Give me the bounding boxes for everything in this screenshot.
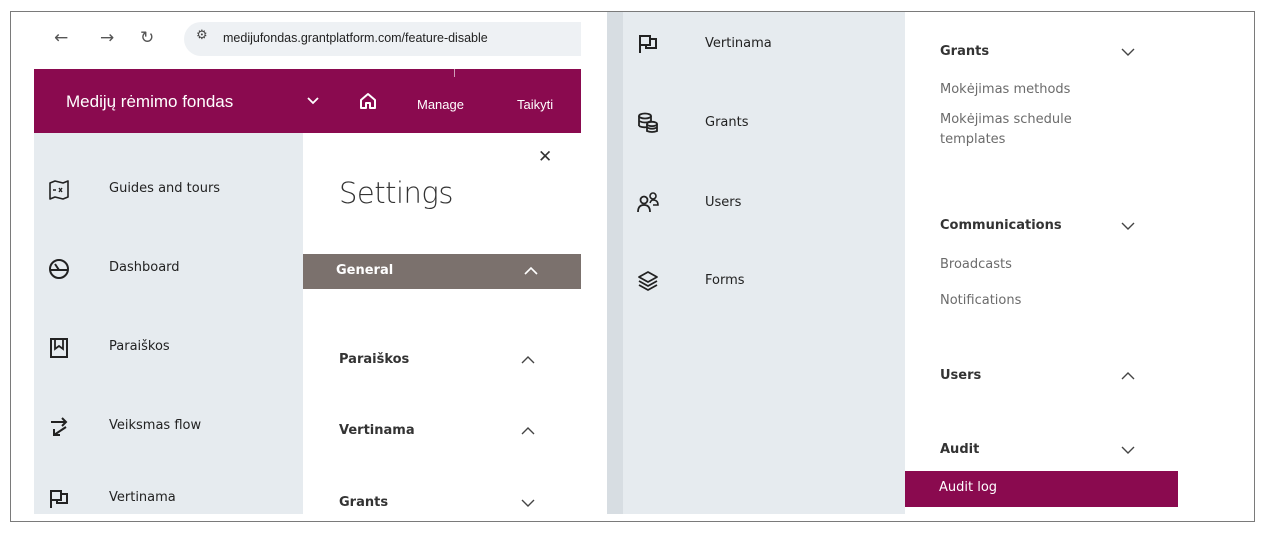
site-settings-icon[interactable]: ⚙ bbox=[196, 28, 208, 43]
bookmark-box-icon bbox=[48, 337, 70, 359]
sidebar-item-label: Grants bbox=[705, 115, 749, 130]
section-grants[interactable]: Grants bbox=[339, 495, 388, 510]
sidebar-item-label: Vertinama bbox=[109, 490, 176, 505]
sidebar-item-label: Paraiškos bbox=[109, 339, 170, 354]
app-header: Medijų rėmimo fondas Manage Taikyti bbox=[34, 69, 581, 133]
nav-taikyti[interactable]: Taikyti bbox=[517, 97, 553, 112]
map-icon bbox=[48, 179, 70, 201]
sidebar-item-guides[interactable]: Guides and tours bbox=[34, 173, 303, 213]
menu-item-mokejimas-schedule-templates[interactable]: Mokėjimas schedule templates bbox=[940, 110, 1130, 150]
menu-item-mokejimas-methods[interactable]: Mokėjimas methods bbox=[940, 80, 1070, 100]
sidebar-item-label: Users bbox=[705, 195, 742, 210]
flow-arrows-icon bbox=[48, 416, 70, 438]
users-icon bbox=[637, 192, 659, 214]
section-general[interactable]: General bbox=[303, 254, 581, 289]
left-screenshot: ← → ↻ ⚙ medijufondas.grantplatform.com/f… bbox=[34, 12, 581, 514]
flag-icon bbox=[48, 488, 70, 510]
section-label: General bbox=[336, 263, 394, 278]
sidebar-item-paraiskos[interactable]: Paraiškos bbox=[34, 331, 303, 371]
reload-icon[interactable]: ↻ bbox=[140, 28, 154, 48]
sidebar-item-forms[interactable]: Forms bbox=[607, 270, 905, 310]
sidebar-item-vertinama[interactable]: Vertinama bbox=[607, 33, 905, 73]
section-paraiskos[interactable]: Paraiškos bbox=[339, 352, 409, 367]
sidebar-item-label: Veiksmas flow bbox=[109, 418, 202, 433]
sidebar-item-users[interactable]: Users bbox=[607, 192, 905, 232]
chevron-down-icon[interactable] bbox=[1120, 44, 1136, 60]
org-switcher[interactable]: Medijų rėmimo fondas bbox=[66, 92, 233, 112]
nav-manage[interactable]: Manage bbox=[417, 97, 464, 112]
menu-group-audit[interactable]: Audit bbox=[940, 442, 979, 457]
sidebar-item-veiksmas-flow[interactable]: Veiksmas flow bbox=[34, 410, 303, 450]
chevron-up-icon[interactable] bbox=[520, 423, 536, 439]
browser-toolbar: ← → ↻ ⚙ medijufondas.grantplatform.com/f… bbox=[34, 12, 581, 69]
menu-group-communications[interactable]: Communications bbox=[940, 218, 1062, 233]
chevron-up-icon[interactable] bbox=[520, 352, 536, 368]
coins-icon bbox=[637, 112, 659, 134]
menu-item-notifications[interactable]: Notifications bbox=[940, 291, 1021, 311]
menu-item-label: Audit log bbox=[939, 480, 998, 495]
chevron-down-icon[interactable] bbox=[520, 495, 536, 511]
url-text[interactable]: medijufondas.grantplatform.com/feature-d… bbox=[223, 31, 488, 45]
right-screenshot: Vertinama Grants Users Forms Grants Mokė… bbox=[607, 12, 1178, 514]
sidebar-item-label: Vertinama bbox=[705, 36, 772, 51]
admin-menu: Grants Mokėjimas methods Mokėjimas sched… bbox=[905, 12, 1178, 514]
sidebar-edge bbox=[607, 12, 623, 514]
screenshot-frame: ← → ↻ ⚙ medijufondas.grantplatform.com/f… bbox=[10, 11, 1255, 522]
page-title: Settings bbox=[339, 176, 453, 210]
menu-group-users[interactable]: Users bbox=[940, 368, 981, 383]
chevron-down-icon[interactable] bbox=[1120, 218, 1136, 234]
menu-group-grants[interactable]: Grants bbox=[940, 44, 989, 59]
close-icon[interactable]: ✕ bbox=[538, 147, 552, 167]
header-divider bbox=[454, 69, 455, 77]
menu-item-broadcasts[interactable]: Broadcasts bbox=[940, 255, 1012, 275]
sidebar-item-label: Guides and tours bbox=[109, 181, 221, 196]
sidebar: Vertinama Grants Users Forms bbox=[607, 12, 905, 514]
settings-panel: ✕ Settings General Paraiškos Vertinama G… bbox=[303, 133, 581, 514]
sidebar-item-dashboard[interactable]: Dashboard bbox=[34, 252, 303, 292]
home-icon[interactable] bbox=[358, 91, 378, 111]
chevron-up-icon[interactable] bbox=[1120, 368, 1136, 384]
back-arrow-icon[interactable]: ← bbox=[54, 28, 68, 48]
forward-arrow-icon[interactable]: → bbox=[100, 28, 114, 48]
gauge-icon bbox=[48, 258, 70, 280]
layers-icon bbox=[637, 270, 659, 292]
chevron-down-icon[interactable] bbox=[1120, 442, 1136, 458]
sidebar-item-grants[interactable]: Grants bbox=[607, 112, 905, 152]
chevron-down-icon[interactable] bbox=[306, 90, 320, 110]
section-vertinama[interactable]: Vertinama bbox=[339, 423, 415, 438]
sidebar-item-label: Forms bbox=[705, 273, 745, 288]
sidebar: Guides and tours Dashboard Paraiškos Vei… bbox=[34, 133, 303, 514]
sidebar-item-label: Dashboard bbox=[109, 260, 180, 275]
menu-item-audit-log[interactable]: Audit log bbox=[905, 471, 1178, 507]
chevron-up-icon bbox=[523, 263, 539, 279]
flag-icon bbox=[637, 33, 659, 55]
sidebar-item-vertinama[interactable]: Vertinama bbox=[34, 482, 303, 514]
